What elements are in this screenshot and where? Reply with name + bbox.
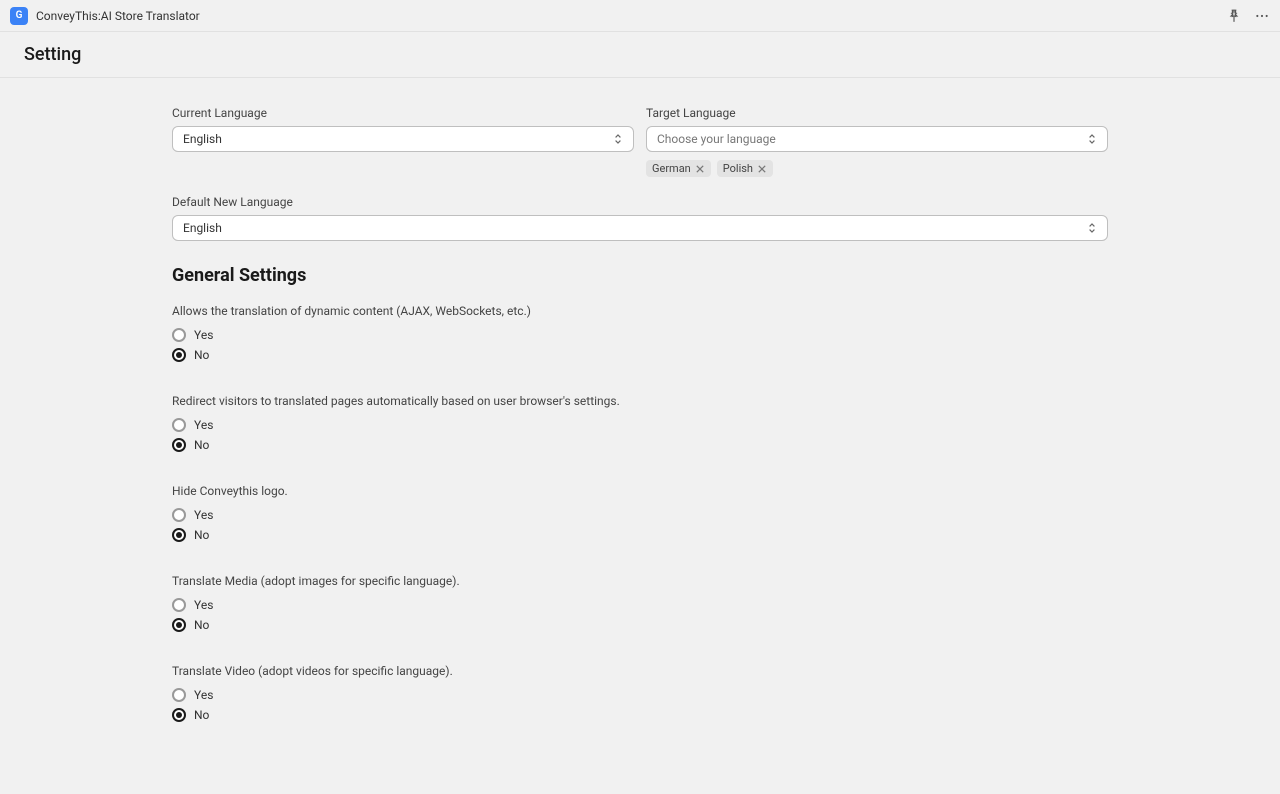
target-language-placeholder: Choose your language bbox=[657, 132, 776, 146]
radio-icon bbox=[172, 418, 186, 432]
radio-icon bbox=[172, 618, 186, 632]
radio-option-yes[interactable]: Yes bbox=[172, 418, 1108, 432]
language-tag: German bbox=[646, 160, 711, 177]
radio-label: No bbox=[194, 438, 209, 452]
default-language-row: Default New Language English bbox=[172, 195, 1108, 241]
radio-label: Yes bbox=[194, 418, 213, 432]
radio-label: Yes bbox=[194, 688, 213, 702]
target-language-tags: German Polish bbox=[646, 160, 1108, 177]
page-title: Setting bbox=[24, 44, 1256, 65]
default-language-col: Default New Language English bbox=[172, 195, 1108, 241]
select-caret-icon bbox=[611, 132, 625, 146]
setting-group: Hide Conveythis logo. Yes No bbox=[172, 484, 1108, 542]
setting-label: Redirect visitors to translated pages au… bbox=[172, 394, 1108, 408]
radio-icon bbox=[172, 348, 186, 362]
radio-label: Yes bbox=[194, 598, 213, 612]
default-language-select[interactable]: English bbox=[172, 215, 1108, 241]
setting-group: Allows the translation of dynamic conten… bbox=[172, 304, 1108, 362]
language-row: Current Language English Target Language… bbox=[172, 106, 1108, 177]
select-caret-icon bbox=[1085, 132, 1099, 146]
radio-label: No bbox=[194, 618, 209, 632]
radio-icon bbox=[172, 328, 186, 342]
current-language-label: Current Language bbox=[172, 106, 634, 120]
language-tag-label: German bbox=[652, 162, 691, 175]
pin-icon[interactable] bbox=[1226, 8, 1242, 24]
radio-label: Yes bbox=[194, 508, 213, 522]
radio-label: No bbox=[194, 528, 209, 542]
content: Current Language English Target Language… bbox=[140, 78, 1140, 794]
radio-option-yes[interactable]: Yes bbox=[172, 598, 1108, 612]
setting-group: Translate Media (adopt images for specif… bbox=[172, 574, 1108, 632]
setting-group: Redirect visitors to translated pages au… bbox=[172, 394, 1108, 452]
language-tag: Polish bbox=[717, 160, 773, 177]
topbar: G ConveyThis:AI Store Translator bbox=[0, 0, 1280, 32]
more-icon[interactable] bbox=[1254, 8, 1270, 24]
radio-label: No bbox=[194, 348, 209, 362]
default-language-value: English bbox=[183, 221, 222, 235]
current-language-select[interactable]: English bbox=[172, 126, 634, 152]
app-icon: G bbox=[10, 7, 28, 25]
radio-option-no[interactable]: No bbox=[172, 438, 1108, 452]
close-icon[interactable] bbox=[695, 164, 705, 174]
radio-option-no[interactable]: No bbox=[172, 348, 1108, 362]
target-language-select[interactable]: Choose your language bbox=[646, 126, 1108, 152]
radio-label: Yes bbox=[194, 328, 213, 342]
setting-label: Translate Media (adopt images for specif… bbox=[172, 574, 1108, 588]
setting-group: Translate Video (adopt videos for specif… bbox=[172, 664, 1108, 722]
close-icon[interactable] bbox=[757, 164, 767, 174]
default-language-label: Default New Language bbox=[172, 195, 1108, 209]
radio-option-no[interactable]: No bbox=[172, 528, 1108, 542]
radio-icon bbox=[172, 598, 186, 612]
radio-option-yes[interactable]: Yes bbox=[172, 688, 1108, 702]
setting-label: Translate Video (adopt videos for specif… bbox=[172, 664, 1108, 678]
general-settings-title: General Settings bbox=[172, 265, 1108, 286]
radio-option-no[interactable]: No bbox=[172, 618, 1108, 632]
radio-icon bbox=[172, 508, 186, 522]
general-settings-list: Allows the translation of dynamic conten… bbox=[172, 304, 1108, 722]
current-language-value: English bbox=[183, 132, 222, 146]
radio-option-yes[interactable]: Yes bbox=[172, 508, 1108, 522]
radio-icon bbox=[172, 688, 186, 702]
page-header: Setting bbox=[0, 32, 1280, 78]
radio-icon bbox=[172, 528, 186, 542]
target-language-label: Target Language bbox=[646, 106, 1108, 120]
target-language-col: Target Language Choose your language Ger… bbox=[646, 106, 1108, 177]
setting-label: Allows the translation of dynamic conten… bbox=[172, 304, 1108, 318]
topbar-left: G ConveyThis:AI Store Translator bbox=[10, 7, 200, 25]
setting-label: Hide Conveythis logo. bbox=[172, 484, 1108, 498]
language-tag-label: Polish bbox=[723, 162, 753, 175]
select-caret-icon bbox=[1085, 221, 1099, 235]
topbar-right bbox=[1226, 8, 1270, 24]
radio-icon bbox=[172, 438, 186, 452]
current-language-col: Current Language English bbox=[172, 106, 634, 177]
radio-option-yes[interactable]: Yes bbox=[172, 328, 1108, 342]
app-title: ConveyThis:AI Store Translator bbox=[36, 9, 200, 23]
app-icon-letter: G bbox=[16, 10, 23, 21]
